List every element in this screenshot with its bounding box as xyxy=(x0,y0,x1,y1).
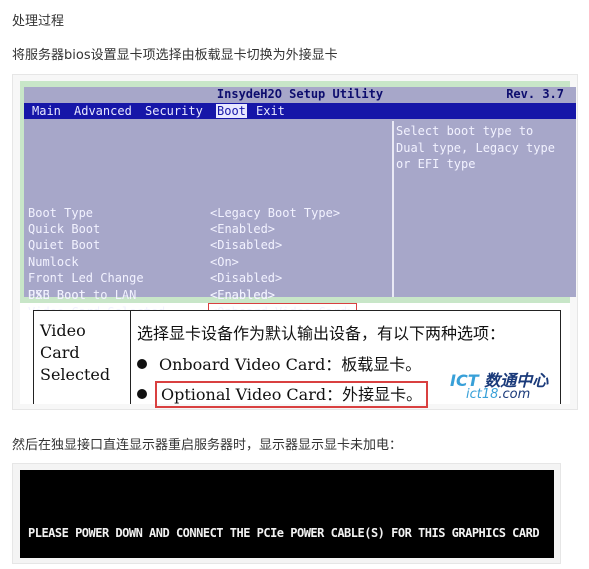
section-heading: 处理过程 xyxy=(12,14,65,29)
step2-text: 然后在独显接口直连显示器重启服务器时，显示器显示显卡未加电： xyxy=(12,438,403,453)
bios-title: InsydeH2O Setup Utility xyxy=(216,87,384,101)
watermark-logo: ICT 数通中心 ict18.com xyxy=(450,371,549,402)
bullet-icon xyxy=(137,359,147,369)
help-line: Select boot type to xyxy=(396,124,534,138)
bios-screenshot-image: InsydeH2O Setup Utility Rev. 3.7 Main Ad… xyxy=(20,81,576,408)
bios-revision: Rev. 3.7 xyxy=(506,87,564,101)
bios-screenshot-card: InsydeH2O Setup Utility Rev. 3.7 Main Ad… xyxy=(12,74,578,410)
help-line: or EFI type xyxy=(396,157,476,171)
help-line: Dual type, Legacy type xyxy=(396,140,555,155)
option-table-item: Video Card Selected xyxy=(40,321,111,384)
bios-help-panel: Select boot type to Dual type, Legacy ty… xyxy=(396,123,572,173)
console-screenshot-card: PLEASE POWER DOWN AND CONNECT THE PCIe P… xyxy=(12,463,561,564)
option-optional: Optional Video Card：外接显卡。 xyxy=(137,381,429,408)
bios-title-bar: InsydeH2O Setup Utility Rev. 3.7 xyxy=(24,87,576,101)
option-onboard: Onboard Video Card：板载显卡。 xyxy=(137,351,421,375)
console-screenshot-image: PLEASE POWER DOWN AND CONNECT THE PCIe P… xyxy=(20,470,554,558)
console-message: PLEASE POWER DOWN AND CONNECT THE PCIe P… xyxy=(28,526,540,540)
bullet-icon xyxy=(137,389,147,399)
step1-text: 将服务器bios设置显卡项选择由板载显卡切换为外接显卡 xyxy=(12,48,338,63)
option-table: Video Card Selected 选择显卡设备作为默认输出设备，有以下两种… xyxy=(20,310,570,408)
option-table-description: 选择显卡设备作为默认输出设备，有以下两种选项： xyxy=(137,324,506,343)
